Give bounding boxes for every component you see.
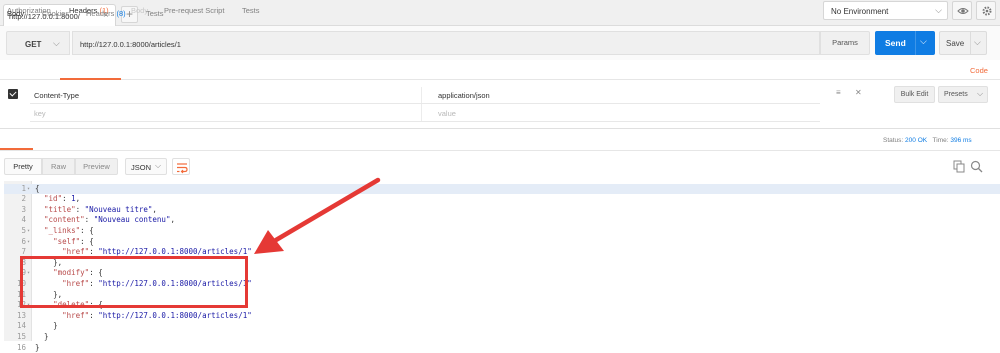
code-text: "id": 1,: [35, 194, 80, 205]
remove-header-icon[interactable]: ✕: [855, 88, 862, 97]
code-line: 1▾ {: [4, 184, 1000, 195]
code-text: "title": "Nouveau titre",: [35, 205, 157, 216]
format-select[interactable]: JSON ⌵: [125, 158, 167, 175]
header-value-input[interactable]: value: [438, 109, 456, 118]
presets-button[interactable]: Presets ⌵: [938, 86, 988, 103]
save-label: Save: [946, 39, 964, 48]
response-status: Status: 200 OK Time: 396 ms: [883, 137, 972, 144]
copy-icon[interactable]: [953, 160, 965, 173]
line-number: 4: [4, 215, 26, 226]
row-divider: [30, 103, 820, 104]
environment-quick-look-button[interactable]: [952, 1, 972, 20]
send-label: Send: [885, 38, 906, 48]
eye-icon: [957, 5, 969, 17]
url-value: http://127.0.0.1:8000/articles/1: [80, 40, 181, 49]
code-line: 6▾ "self": {: [4, 237, 1000, 248]
params-button[interactable]: Params: [820, 31, 870, 55]
code-line: 13 "href": "http://127.0.0.1:8000/articl…: [4, 311, 1000, 322]
gear-icon: [981, 5, 993, 17]
wrap-lines-icon: [174, 160, 190, 175]
column-separator: [421, 87, 422, 121]
line-number: 2: [4, 194, 26, 205]
fold-toggle-icon[interactable]: ▾: [27, 237, 30, 248]
row-divider: [30, 121, 820, 122]
search-icon[interactable]: [970, 160, 983, 173]
presets-label: Presets: [944, 91, 968, 98]
line-number: 5: [4, 226, 26, 237]
response-tabs: [0, 129, 1000, 151]
code-text: "content": "Nouveau contenu",: [35, 215, 175, 226]
response-tab-headers-count: (8): [116, 9, 125, 18]
method-select[interactable]: GET ⌵: [6, 31, 70, 55]
header-enabled-checkbox[interactable]: [8, 89, 18, 99]
line-number: 6: [4, 237, 26, 248]
code-line: 2 "id": 1,: [4, 194, 1000, 205]
chevron-down-icon: ⌵: [155, 161, 161, 171]
preview-button[interactable]: Preview: [75, 158, 118, 175]
tab-tests[interactable]: Tests: [242, 6, 260, 15]
code-line: 16}: [4, 343, 1000, 353]
method-label: GET: [25, 40, 41, 49]
line-number: 3: [4, 205, 26, 216]
chevron-down-icon: ⌵: [53, 38, 60, 49]
active-tab-indicator: [0, 148, 33, 150]
code-line: 3 "title": "Nouveau titre",: [4, 205, 1000, 216]
time-label: Time:: [933, 137, 949, 144]
code-line: 14 }: [4, 321, 1000, 332]
pretty-button[interactable]: Pretty: [4, 158, 42, 175]
send-button[interactable]: Send ⌵: [875, 31, 935, 55]
code-line: 5▾ "_links": {: [4, 226, 1000, 237]
code-text: {: [35, 184, 40, 195]
active-tab-indicator: [60, 78, 121, 80]
code-text: }: [35, 321, 58, 332]
code-text: "self": {: [35, 237, 94, 248]
save-divider: [970, 32, 971, 54]
settings-button[interactable]: [976, 1, 996, 20]
raw-button[interactable]: Raw: [42, 158, 75, 175]
code-text: "href": "http://127.0.0.1:8000/articles/…: [35, 311, 252, 322]
save-button[interactable]: Save ⌵: [939, 31, 987, 55]
time-value: 396 ms: [950, 137, 971, 144]
bulk-edit-button[interactable]: Bulk Edit: [894, 86, 935, 103]
response-tab-body[interactable]: Body: [7, 9, 24, 18]
code-text: }: [35, 343, 40, 353]
status-value: 200 OK: [905, 137, 927, 144]
chevron-down-icon: ⌵: [935, 5, 942, 16]
response-tab-cookies[interactable]: Cookies: [42, 9, 69, 18]
wrap-lines-button[interactable]: [172, 158, 190, 175]
response-tab-headers[interactable]: Headers (8): [86, 9, 126, 18]
chevron-down-icon: ⌵: [977, 89, 983, 99]
send-divider: [915, 31, 916, 55]
chevron-down-icon[interactable]: ⌵: [920, 36, 927, 47]
format-label: JSON: [131, 163, 151, 172]
code-link[interactable]: Code: [970, 66, 988, 75]
url-input[interactable]: http://127.0.0.1:8000/articles/1: [72, 31, 820, 55]
header-value[interactable]: application/json: [438, 91, 490, 100]
header-key-input[interactable]: key: [34, 109, 46, 118]
chevron-down-icon[interactable]: ⌵: [974, 37, 981, 48]
tab-prerequest-script[interactable]: Pre-request Script: [164, 6, 224, 15]
request-tabs: [0, 60, 1000, 80]
code-line: 4 "content": "Nouveau contenu",: [4, 215, 1000, 226]
response-tab-headers-label: Headers: [86, 9, 114, 18]
code-text: "_links": {: [35, 226, 94, 237]
fold-toggle-icon[interactable]: ▾: [27, 226, 30, 237]
status-label: Status:: [883, 137, 903, 144]
drag-handle-icon[interactable]: ≡: [836, 88, 841, 97]
annotation-highlight-box: [20, 256, 248, 308]
environment-select[interactable]: No Environment ⌵: [823, 1, 948, 20]
line-number: 1: [4, 184, 26, 195]
line-number: 13: [4, 311, 26, 322]
fold-toggle-icon[interactable]: ▾: [27, 184, 30, 195]
header-key[interactable]: Content-Type: [34, 91, 79, 100]
line-number: 14: [4, 321, 26, 332]
line-number: 16: [4, 343, 26, 353]
response-tab-tests[interactable]: Tests: [146, 9, 164, 18]
environment-label: No Environment: [831, 7, 888, 16]
